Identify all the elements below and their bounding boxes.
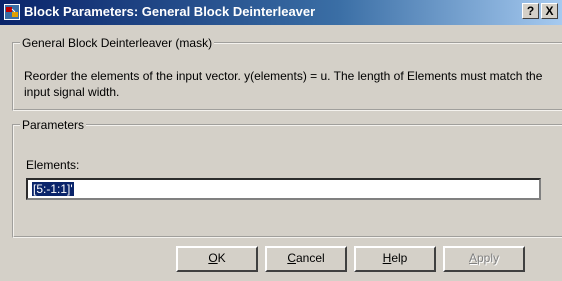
parameters-group: Parameters Elements: [5:-1:1]': [12, 118, 562, 238]
help-icon[interactable]: ?: [522, 3, 539, 19]
parameters-legend: Parameters: [22, 118, 85, 132]
elements-label: Elements:: [26, 158, 80, 172]
mask-description-group: General Block Deinterleaver (mask) Reord…: [12, 36, 562, 111]
apply-mnemonic: A: [468, 251, 477, 265]
dialog-window: Block Parameters: General Block Deinterl…: [0, 0, 562, 281]
cancel-mnemonic: C: [287, 251, 296, 265]
window-title: Block Parameters: General Block Deinterl…: [24, 4, 316, 19]
ok-button[interactable]: OK: [176, 246, 258, 272]
close-icon[interactable]: X: [541, 3, 558, 19]
cancel-label: ancel: [295, 251, 325, 265]
mask-description: Reorder the elements of the input vector…: [24, 69, 543, 99]
apply-button[interactable]: Apply: [443, 246, 525, 272]
ok-label: K: [217, 251, 226, 265]
simulink-block-icon: [4, 4, 20, 20]
title-bar[interactable]: Block Parameters: General Block Deinterl…: [0, 0, 562, 25]
cancel-button[interactable]: Cancel: [265, 246, 347, 272]
help-label: elp: [391, 251, 408, 265]
elements-input[interactable]: [5:-1:1]': [26, 178, 541, 200]
help-button[interactable]: Help: [354, 246, 436, 272]
apply-label: pply: [477, 251, 500, 265]
ok-mnemonic: O: [208, 251, 218, 265]
elements-value: [5:-1:1]': [32, 182, 74, 196]
mask-group-legend: General Block Deinterleaver (mask): [22, 36, 213, 50]
